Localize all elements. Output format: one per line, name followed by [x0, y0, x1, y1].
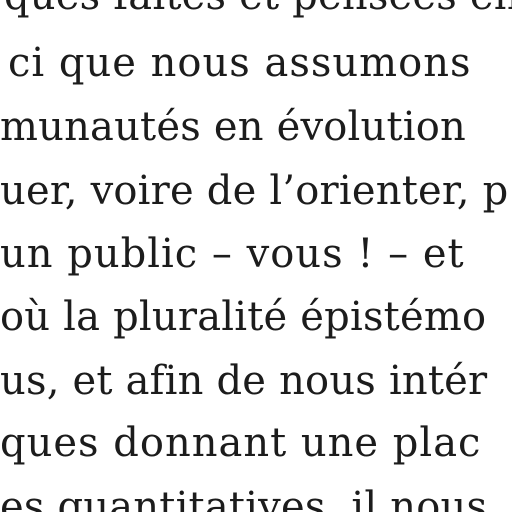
text-line-1: ques faites et pensées en [4, 0, 512, 16]
text-line-8: ques donnant une plac [0, 420, 482, 466]
text-line-3: munautés en évolution [0, 104, 467, 150]
text-line-4: uer, voire de l’orienter, p [0, 168, 509, 214]
text-line-6: où la pluralité épistémo [0, 294, 487, 340]
text-line-2: ci que nous assumons [8, 40, 472, 86]
text-line-7: us, et afin de nous intér [0, 358, 488, 404]
text-line-9: es quantitatives, il nous [0, 484, 488, 512]
text-line-5: un public – vous ! – et [0, 231, 465, 277]
document-page: ques faites et pensées en ci que nous as… [0, 0, 512, 512]
